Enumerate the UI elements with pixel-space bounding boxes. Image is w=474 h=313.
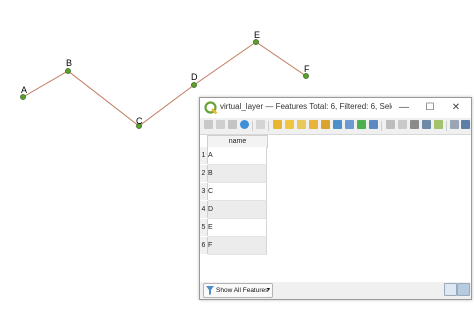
attribute-table-window: virtual_layer — Features Total: 6, Filte… bbox=[199, 97, 472, 300]
toolbar-separator bbox=[446, 121, 447, 131]
select-all-icon[interactable] bbox=[285, 120, 294, 129]
add-feature-icon[interactable] bbox=[256, 120, 265, 129]
invert-selection-icon[interactable] bbox=[297, 120, 306, 129]
point-label: C bbox=[136, 116, 143, 126]
multi-edit-icon[interactable] bbox=[216, 120, 225, 129]
point-label: A bbox=[21, 85, 27, 95]
table-cell[interactable]: A bbox=[208, 147, 267, 165]
table-view-button[interactable] bbox=[457, 283, 470, 296]
delete-field-icon[interactable] bbox=[386, 120, 395, 129]
save-icon[interactable] bbox=[228, 120, 237, 129]
toolbar-separator bbox=[252, 121, 253, 131]
status-bar: Show All Features ▾ bbox=[200, 282, 471, 299]
form-view-button[interactable] bbox=[444, 283, 457, 296]
pan-to-icon[interactable] bbox=[345, 120, 354, 129]
pencil-icon[interactable] bbox=[204, 120, 213, 129]
point-label: B bbox=[66, 58, 72, 68]
field-calc-icon[interactable] bbox=[410, 120, 419, 129]
table-row[interactable]: 1 A bbox=[200, 147, 267, 165]
point-e[interactable] bbox=[253, 39, 259, 45]
point-label: F bbox=[304, 64, 310, 74]
table-row[interactable]: 5 E bbox=[200, 219, 267, 237]
table-row[interactable]: 6 F bbox=[200, 237, 267, 255]
point-f[interactable] bbox=[303, 73, 309, 79]
filter-icon[interactable] bbox=[333, 120, 342, 129]
show-features-dropdown[interactable]: Show All Features ▾ bbox=[203, 283, 273, 298]
move-top-icon[interactable] bbox=[321, 120, 330, 129]
table-cell[interactable]: D bbox=[208, 201, 267, 219]
dock-icon[interactable] bbox=[434, 120, 443, 129]
deselect-icon[interactable] bbox=[309, 120, 318, 129]
title-bar[interactable]: virtual_layer — Features Total: 6, Filte… bbox=[200, 98, 471, 118]
chevron-down-icon: ▾ bbox=[266, 287, 270, 293]
point-label: D bbox=[191, 72, 198, 82]
row-number[interactable]: 6 bbox=[200, 237, 208, 254]
toolbar-separator bbox=[268, 121, 269, 131]
minimize-button[interactable]: — bbox=[396, 100, 412, 116]
row-number[interactable]: 3 bbox=[200, 183, 208, 200]
row-number[interactable]: 5 bbox=[200, 219, 208, 236]
copy-icon[interactable] bbox=[369, 120, 378, 129]
table-cell[interactable]: F bbox=[208, 237, 267, 255]
table-row[interactable]: 2 B bbox=[200, 165, 267, 183]
filter-icon bbox=[206, 286, 214, 295]
table-row[interactable]: 3 C bbox=[200, 183, 267, 201]
attribute-toolbar bbox=[200, 118, 471, 134]
table-cell[interactable]: B bbox=[208, 165, 267, 183]
window-title: virtual_layer — Features Total: 6, Filte… bbox=[220, 102, 392, 111]
row-number[interactable]: 2 bbox=[200, 165, 208, 182]
new-field-icon[interactable] bbox=[398, 120, 407, 129]
attribute-table[interactable]: name 1 A 2 B 3 C 4 D 5 E 6 F bbox=[200, 134, 471, 283]
show-features-label: Show All Features bbox=[216, 287, 269, 294]
conditional-format-icon[interactable] bbox=[422, 120, 431, 129]
table-cell[interactable]: E bbox=[208, 219, 267, 237]
row-number[interactable]: 4 bbox=[200, 201, 208, 218]
select-expression-icon[interactable] bbox=[273, 120, 282, 129]
settings-icon[interactable] bbox=[461, 120, 470, 129]
actions-icon[interactable] bbox=[450, 120, 459, 129]
row-number[interactable]: 1 bbox=[200, 147, 208, 164]
point-label: E bbox=[254, 30, 260, 40]
close-button[interactable]: ✕ bbox=[448, 100, 464, 116]
toolbar-separator bbox=[381, 121, 382, 131]
reload-icon[interactable] bbox=[240, 120, 249, 129]
qgis-logo-icon bbox=[204, 101, 218, 115]
table-row[interactable]: 4 D bbox=[200, 201, 267, 219]
table-cell[interactable]: C bbox=[208, 183, 267, 201]
maximize-button[interactable]: ☐ bbox=[422, 100, 438, 116]
zoom-to-icon[interactable] bbox=[357, 120, 366, 129]
point-d[interactable] bbox=[191, 82, 197, 88]
point-a[interactable] bbox=[20, 94, 26, 100]
point-b[interactable] bbox=[65, 68, 71, 74]
